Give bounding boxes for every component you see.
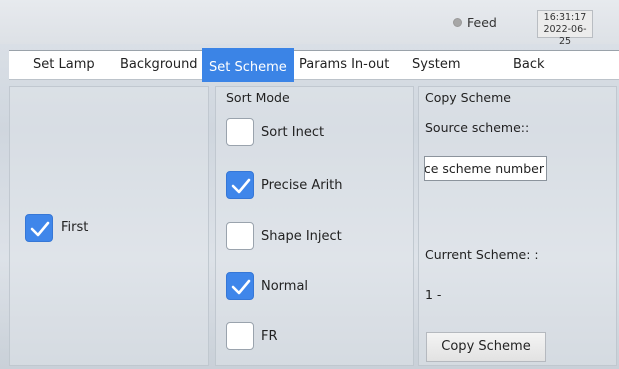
- clock-date: 2022-06-25: [543, 24, 587, 47]
- checkmark-icon: [231, 178, 251, 194]
- source-scheme-placeholder: Source scheme number: [424, 161, 544, 176]
- sort-inect-checkbox[interactable]: [226, 118, 254, 146]
- first-label: First: [61, 220, 89, 235]
- feed-indicator: Feed: [453, 15, 497, 30]
- checkmark-icon: [231, 279, 251, 295]
- first-checkbox[interactable]: [25, 214, 53, 242]
- fr-checkbox[interactable]: [226, 322, 254, 350]
- feed-label: Feed: [467, 15, 497, 30]
- checkmark-icon: [30, 221, 50, 237]
- tab-system[interactable]: System: [412, 51, 460, 81]
- status-bar: Feed 16:31:17 2022-06-25: [0, 0, 619, 47]
- normal-label: Normal: [261, 279, 309, 294]
- tab-params-in-out[interactable]: Params In-out: [299, 51, 389, 81]
- tab-set-lamp[interactable]: Set Lamp: [33, 51, 95, 81]
- current-scheme-label: Current Scheme: :: [425, 247, 539, 262]
- precise-arith-checkbox[interactable]: [226, 171, 254, 199]
- sort-mode-title: Sort Mode: [226, 90, 290, 105]
- source-scheme-input[interactable]: Source scheme number: [424, 156, 547, 181]
- shape-inject-label: Shape Inject: [261, 229, 342, 244]
- clock: 16:31:17 2022-06-25: [537, 10, 593, 47]
- copy-scheme-button[interactable]: Copy Scheme: [426, 332, 546, 362]
- tab-bar: Set Lamp Background Set Scheme Params In…: [9, 48, 619, 82]
- precise-arith-label: Precise Arith: [261, 178, 343, 193]
- current-scheme-value: 1 -: [425, 287, 442, 302]
- feed-status-dot-icon: [453, 18, 462, 27]
- source-scheme-label: Source scheme::: [425, 120, 530, 135]
- tab-background[interactable]: Background: [120, 51, 198, 81]
- copy-scheme-title: Copy Scheme: [425, 90, 511, 105]
- tab-back[interactable]: Back: [513, 51, 545, 81]
- normal-checkbox[interactable]: [226, 272, 254, 300]
- tab-set-scheme[interactable]: Set Scheme: [202, 48, 294, 82]
- sort-inect-label: Sort Inect: [261, 125, 325, 140]
- fr-label: FR: [261, 329, 278, 344]
- clock-time: 16:31:17: [543, 12, 587, 23]
- shape-inject-checkbox[interactable]: [226, 222, 254, 250]
